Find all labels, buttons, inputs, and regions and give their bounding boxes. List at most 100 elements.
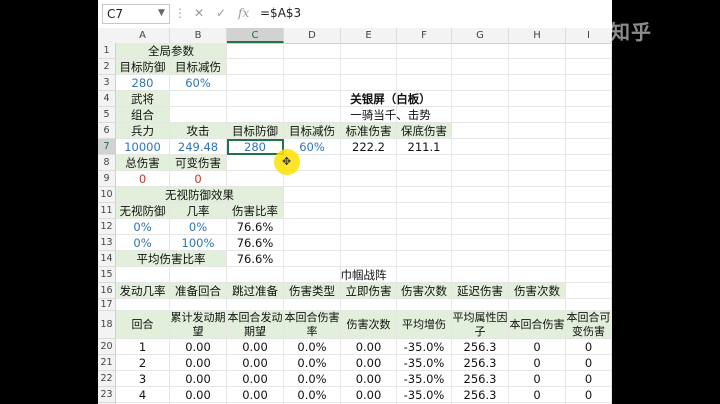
- cell-g18[interactable]: 平均属性因子: [452, 311, 509, 339]
- cell-f6[interactable]: 保底伤害: [397, 123, 452, 139]
- cell-a2[interactable]: 目标防御: [116, 59, 170, 75]
- empty-cell[interactable]: [509, 235, 566, 251]
- cell-f23[interactable]: -35.0%: [397, 387, 452, 403]
- empty-cell[interactable]: [566, 235, 612, 251]
- cell-e6[interactable]: 标准伤害: [341, 123, 397, 139]
- cell-combo-subtitle[interactable]: 一骑当千、击势: [170, 107, 612, 123]
- cell-c22[interactable]: 0.00: [227, 371, 284, 387]
- empty-cell[interactable]: [452, 155, 509, 171]
- empty-cell[interactable]: [566, 171, 612, 187]
- cell-g21[interactable]: 256.3: [452, 355, 509, 371]
- cell-a8[interactable]: 总伤害: [116, 155, 170, 171]
- row-header-3[interactable]: 3: [98, 75, 116, 91]
- cell-g20[interactable]: 256.3: [452, 339, 509, 355]
- cell-d21[interactable]: 0.0%: [284, 355, 341, 371]
- empty-cell[interactable]: [170, 299, 227, 311]
- cell-d22[interactable]: 0.0%: [284, 371, 341, 387]
- empty-cell[interactable]: [284, 59, 341, 75]
- empty-cell[interactable]: [341, 219, 397, 235]
- empty-cell[interactable]: [509, 219, 566, 235]
- row-header-15[interactable]: 15: [98, 267, 116, 283]
- cell-d16[interactable]: 伤害类型: [284, 283, 341, 299]
- row-header-22[interactable]: 22: [98, 371, 116, 387]
- empty-cell[interactable]: [509, 43, 566, 59]
- empty-cell[interactable]: [284, 75, 341, 91]
- cell-e20[interactable]: 0.00: [341, 339, 397, 355]
- cell-c18[interactable]: 本回合发动期望: [227, 311, 284, 339]
- empty-cell[interactable]: [509, 75, 566, 91]
- cell-c13[interactable]: 76.6%: [227, 235, 284, 251]
- empty-cell[interactable]: [284, 187, 341, 203]
- empty-cell[interactable]: [341, 75, 397, 91]
- cell-round-4[interactable]: 4: [116, 387, 170, 403]
- cell-i20[interactable]: 0: [566, 339, 612, 355]
- cell-h18[interactable]: 本回合伤害: [509, 311, 566, 339]
- formula-input[interactable]: =$A$3: [260, 4, 600, 22]
- empty-cell[interactable]: [284, 219, 341, 235]
- row-header-14[interactable]: 14: [98, 251, 116, 267]
- empty-cell[interactable]: [284, 43, 341, 59]
- empty-cell[interactable]: [397, 235, 452, 251]
- empty-cell[interactable]: [509, 187, 566, 203]
- row-header-7[interactable]: 7: [98, 139, 116, 155]
- row-header-17[interactable]: 17: [98, 299, 116, 311]
- empty-cell[interactable]: [566, 43, 612, 59]
- cell-g16[interactable]: 延迟伤害: [452, 283, 509, 299]
- empty-cell[interactable]: [452, 43, 509, 59]
- empty-cell[interactable]: [566, 139, 612, 155]
- cell-a6[interactable]: 兵力: [116, 123, 170, 139]
- cell-b9[interactable]: 0: [170, 171, 227, 187]
- row-header-9[interactable]: 9: [98, 171, 116, 187]
- empty-cell[interactable]: [509, 59, 566, 75]
- row-header-23[interactable]: 23: [98, 387, 116, 403]
- row-header-18[interactable]: 18: [98, 311, 116, 339]
- cell-c14[interactable]: 76.6%: [227, 251, 284, 267]
- column-header-f[interactable]: F: [397, 28, 452, 43]
- empty-cell[interactable]: [452, 235, 509, 251]
- empty-cell[interactable]: [509, 123, 566, 139]
- cell-b11[interactable]: 几率: [170, 203, 227, 219]
- cell-h23[interactable]: 0: [509, 387, 566, 403]
- empty-cell[interactable]: [566, 219, 612, 235]
- column-header-h[interactable]: H: [509, 28, 566, 43]
- row-header-1[interactable]: 1: [98, 43, 116, 59]
- cell-i18[interactable]: 本回合可变伤害: [566, 311, 612, 339]
- cell-a4[interactable]: 武将: [116, 91, 170, 107]
- cell-c12[interactable]: 76.6%: [227, 219, 284, 235]
- cell-f18[interactable]: 平均增伤: [397, 311, 452, 339]
- cell-a11[interactable]: 无视防御: [116, 203, 170, 219]
- cell-e21[interactable]: 0.00: [341, 355, 397, 371]
- empty-cell[interactable]: [284, 299, 341, 311]
- empty-cell[interactable]: [227, 43, 284, 59]
- cell-c20[interactable]: 0.00: [227, 339, 284, 355]
- empty-cell[interactable]: [566, 59, 612, 75]
- cell-round-1[interactable]: 1: [116, 339, 170, 355]
- cell-c11[interactable]: 伤害比率: [227, 203, 284, 219]
- cell-a3[interactable]: 280: [116, 75, 170, 91]
- cell-i23[interactable]: 0: [566, 387, 612, 403]
- empty-cell[interactable]: [397, 171, 452, 187]
- cell-b7[interactable]: 249.48: [170, 139, 227, 155]
- empty-cell[interactable]: [566, 203, 612, 219]
- function-icon[interactable]: fx: [238, 6, 249, 20]
- cell-i22[interactable]: 0: [566, 371, 612, 387]
- cell-round-2[interactable]: 2: [116, 355, 170, 371]
- empty-cell[interactable]: [397, 75, 452, 91]
- row-header-21[interactable]: 21: [98, 355, 116, 371]
- cell-d18[interactable]: 本回合伤害率: [284, 311, 341, 339]
- empty-cell[interactable]: [452, 59, 509, 75]
- cancel-icon[interactable]: ✕: [194, 6, 204, 20]
- cell-b16[interactable]: 准备回合: [170, 283, 227, 299]
- cell-e22[interactable]: 0.00: [341, 371, 397, 387]
- cell-tactic-title[interactable]: 巾帼战阵: [116, 267, 612, 283]
- row-header-12[interactable]: 12: [98, 219, 116, 235]
- empty-cell[interactable]: [227, 299, 284, 311]
- empty-cell[interactable]: [397, 43, 452, 59]
- empty-cell[interactable]: [452, 203, 509, 219]
- cell-f16[interactable]: 伤害次数: [397, 283, 452, 299]
- empty-cell[interactable]: [452, 299, 509, 311]
- cell-h21[interactable]: 0: [509, 355, 566, 371]
- cell-b3[interactable]: 60%: [170, 75, 227, 91]
- cell-a12[interactable]: 0%: [116, 219, 170, 235]
- empty-cell[interactable]: [397, 155, 452, 171]
